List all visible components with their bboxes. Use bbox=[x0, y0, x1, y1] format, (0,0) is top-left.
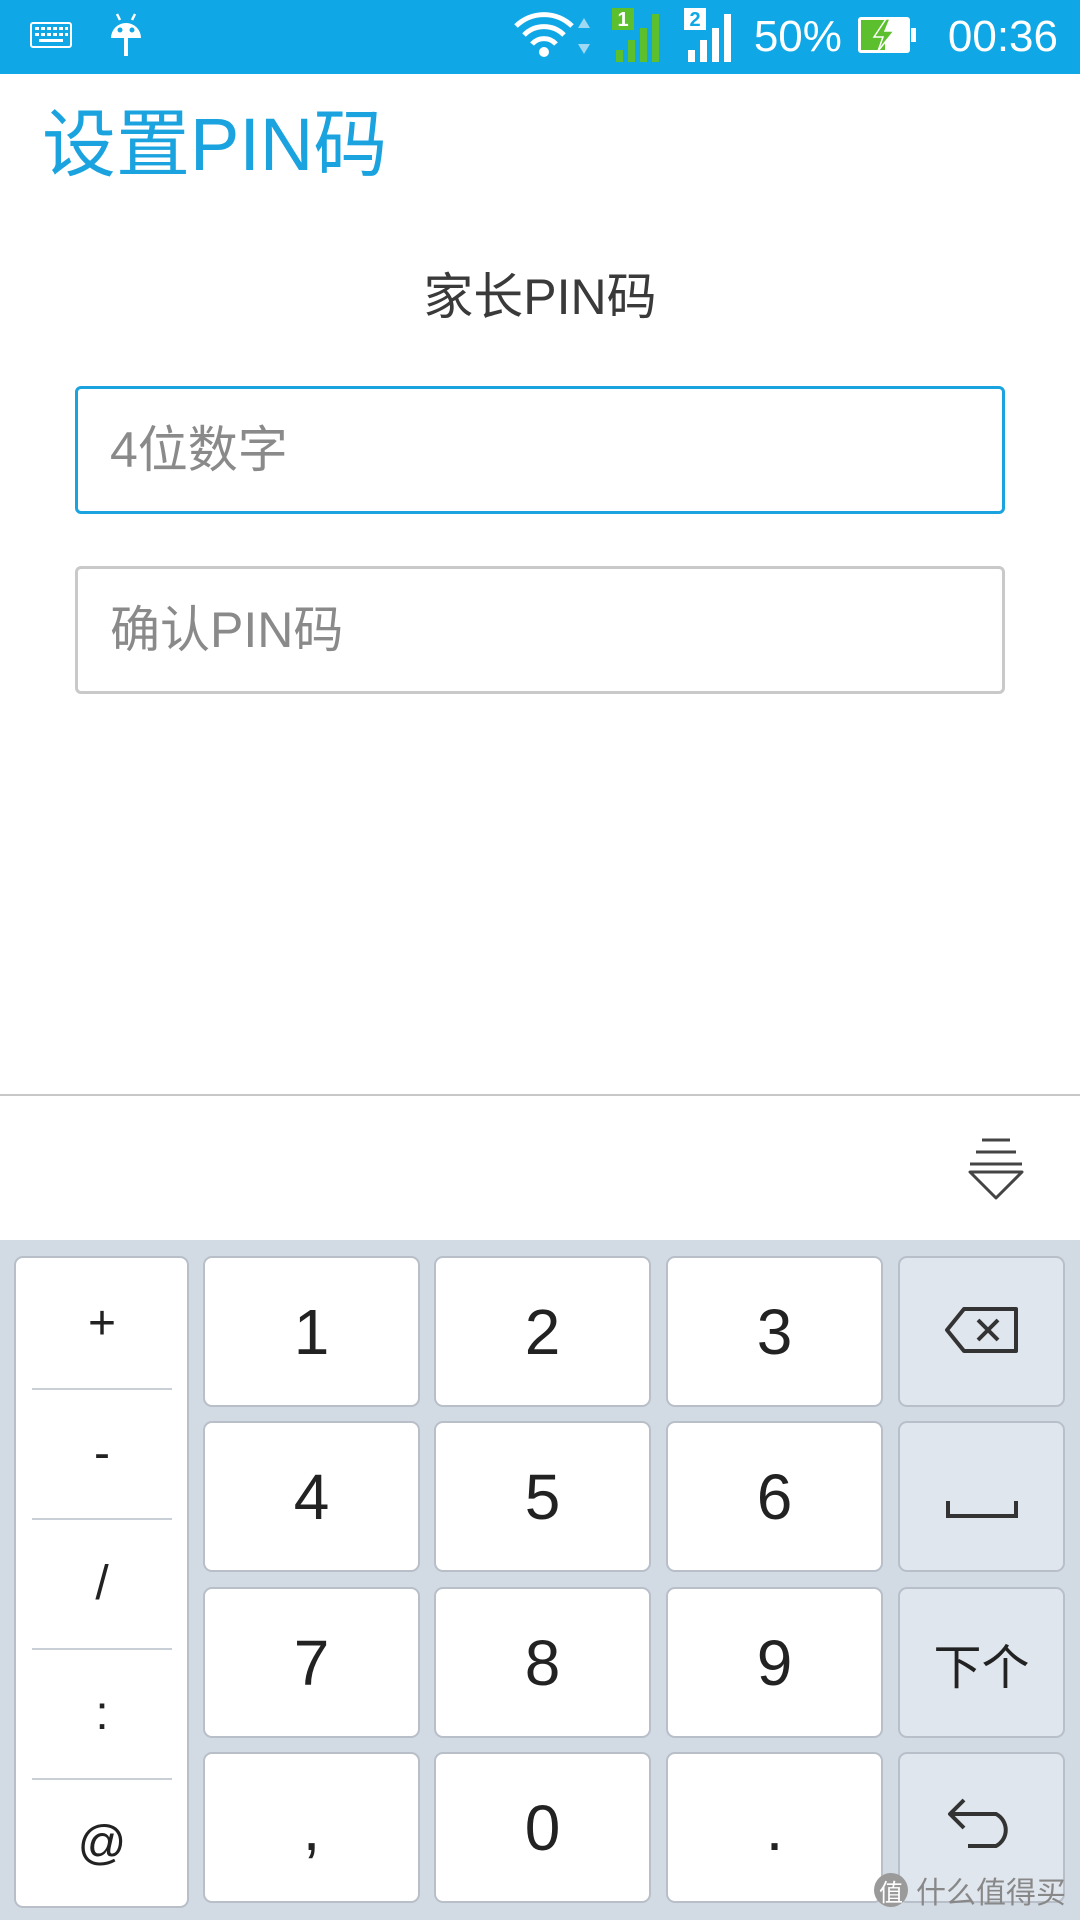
confirm-pin-input[interactable] bbox=[108, 600, 1002, 660]
keyboard-toolbar bbox=[0, 1094, 1080, 1240]
backspace-key[interactable] bbox=[898, 1256, 1065, 1407]
key-5[interactable]: 5 bbox=[434, 1421, 651, 1572]
key-0[interactable]: 0 bbox=[434, 1752, 651, 1903]
confirm-pin-field[interactable] bbox=[75, 566, 1005, 694]
key-slash[interactable]: / bbox=[32, 1518, 172, 1650]
next-key[interactable]: 下个 bbox=[898, 1587, 1065, 1738]
space-key[interactable] bbox=[898, 1421, 1065, 1572]
signal-icon: 1 bbox=[610, 6, 668, 68]
key-colon[interactable]: : bbox=[32, 1648, 172, 1780]
signal-2-icon: 2 bbox=[682, 6, 740, 68]
key-plus[interactable]: + bbox=[32, 1258, 172, 1390]
key-6[interactable]: 6 bbox=[666, 1421, 883, 1572]
pin-input[interactable] bbox=[108, 420, 1002, 480]
space-icon bbox=[945, 1460, 1018, 1534]
pin-field[interactable] bbox=[75, 386, 1005, 514]
key-3[interactable]: 3 bbox=[666, 1256, 883, 1407]
watermark-text: 什么值得买 bbox=[916, 1877, 1066, 1910]
android-icon bbox=[108, 12, 144, 62]
sim2-label: 2 bbox=[689, 9, 700, 31]
clock: 00:36 bbox=[947, 12, 1058, 61]
key-at[interactable]: @ bbox=[32, 1778, 172, 1908]
page-title: 设置PIN码 bbox=[42, 103, 388, 186]
key-4[interactable]: 4 bbox=[203, 1421, 420, 1572]
battery-percent: 50% bbox=[753, 12, 842, 61]
form-heading: 家长PIN码 bbox=[423, 269, 657, 325]
key-9[interactable]: 9 bbox=[666, 1587, 883, 1738]
key-period[interactable]: . bbox=[666, 1752, 883, 1903]
numeric-keyboard: + - / : @ 1 2 3 4 5 6 7 8 9 下个 , 0 . 值 什… bbox=[0, 1240, 1080, 1920]
keyboard-icon bbox=[30, 22, 72, 52]
key-comma[interactable]: , bbox=[203, 1752, 420, 1903]
key-7[interactable]: 7 bbox=[203, 1587, 420, 1738]
watermark-badge: 值 bbox=[874, 1873, 908, 1907]
watermark: 值 什么值得买 bbox=[874, 1870, 1066, 1910]
wifi-icon bbox=[514, 10, 596, 64]
hide-keyboard-icon[interactable] bbox=[966, 1136, 1026, 1202]
status-bar: 1 2 50% 00:36 bbox=[0, 0, 1080, 74]
key-8[interactable]: 8 bbox=[434, 1587, 651, 1738]
key-1[interactable]: 1 bbox=[203, 1256, 420, 1407]
sim1-label: 1 bbox=[617, 9, 628, 31]
symbol-column: + - / : @ bbox=[14, 1256, 189, 1908]
enter-icon bbox=[946, 1791, 1018, 1865]
key-minus[interactable]: - bbox=[32, 1388, 172, 1520]
key-2[interactable]: 2 bbox=[434, 1256, 651, 1407]
backspace-icon bbox=[944, 1295, 1020, 1369]
battery-charging-icon bbox=[856, 15, 918, 59]
